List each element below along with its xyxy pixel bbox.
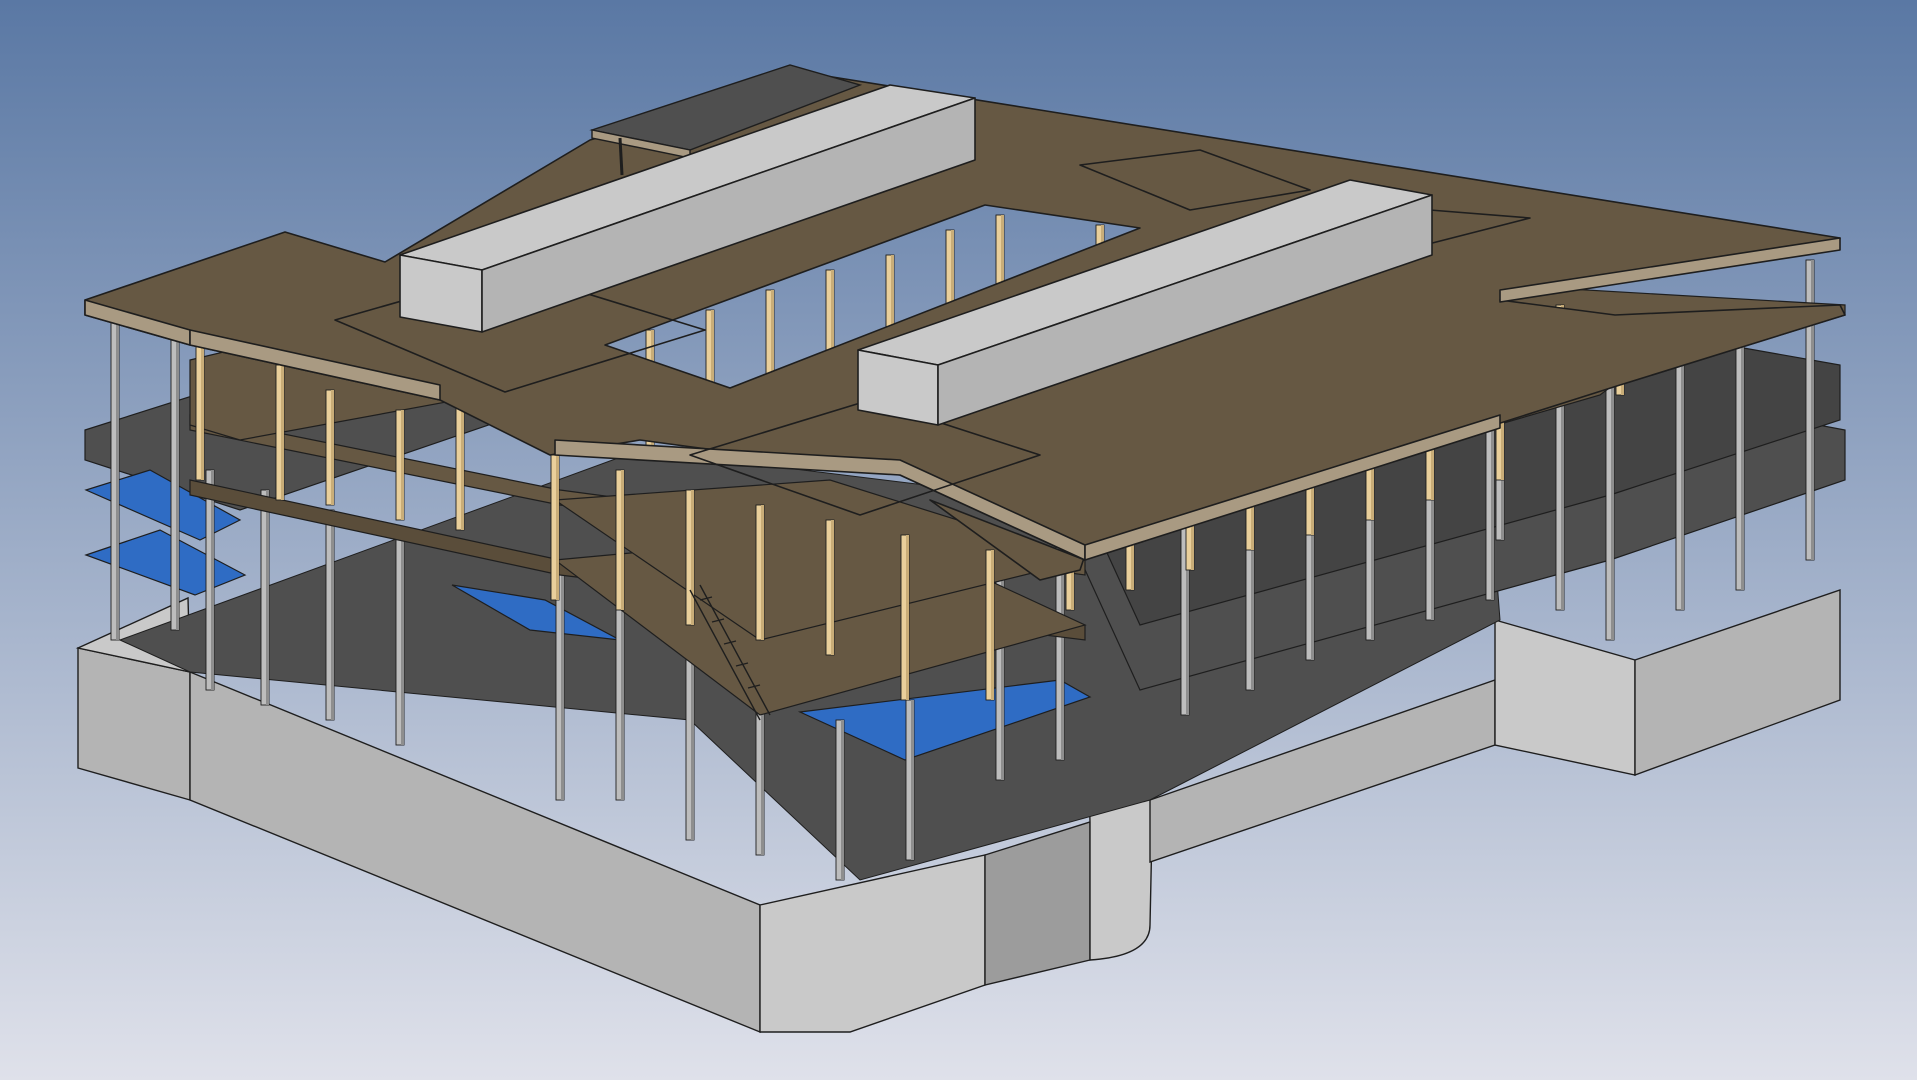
steel-column-shade (401, 530, 404, 745)
timber-column-shade (281, 365, 284, 500)
steel-column-shade (211, 470, 214, 690)
steel-column-shade (116, 310, 119, 640)
steel-column-shade (1611, 365, 1614, 640)
steel-column-shade (1681, 350, 1684, 610)
steel-column-shade (841, 720, 844, 880)
timber-column-shade (556, 455, 559, 600)
timber-column-shade (461, 405, 464, 530)
timber-column-shade (761, 505, 764, 640)
steel-column-shade (1561, 380, 1564, 610)
timber-column-shade (991, 550, 994, 700)
steel-column-shade (176, 330, 179, 630)
steel-column-shade (561, 560, 564, 800)
steel-column-shade (331, 510, 334, 720)
canopy-post (618, 137, 624, 176)
timber-column-shade (621, 470, 624, 610)
steel-column-shade (266, 490, 269, 705)
3d-model-viewport[interactable]: building-structure-3d-isometric (0, 0, 1917, 1080)
timber-column-shade (331, 390, 334, 505)
timber-column-shade (201, 345, 204, 480)
steel-column-shade (911, 700, 914, 860)
timber-column-shade (401, 410, 404, 520)
steel-column-shade (1061, 545, 1064, 760)
building-model-view[interactable] (0, 0, 1917, 1080)
steel-column-shade (1491, 420, 1494, 600)
timber-column-shade (831, 520, 834, 655)
timber-column-shade (906, 535, 909, 700)
steel-column-shade (1741, 330, 1744, 590)
timber-column-shade (691, 490, 694, 625)
